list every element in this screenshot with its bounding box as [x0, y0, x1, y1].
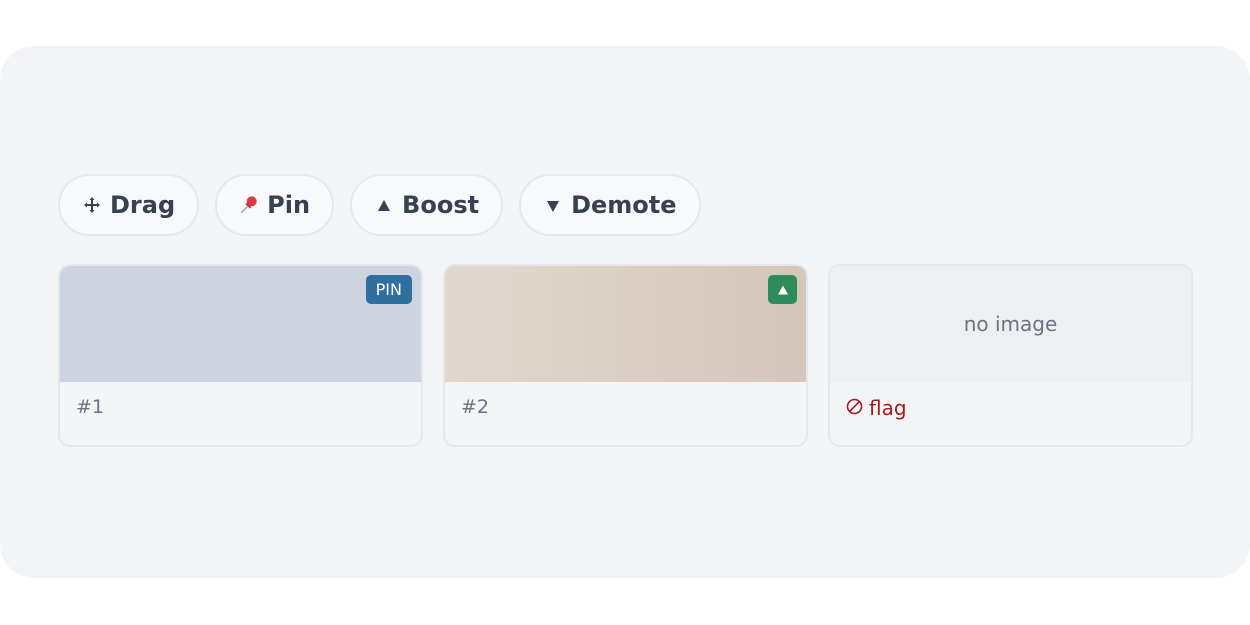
- triangle-up-icon: [777, 285, 788, 294]
- triangle-down-icon: [543, 195, 563, 215]
- demote-label: Demote: [571, 191, 677, 219]
- toolbar: Drag Pin Boost Demote: [58, 174, 701, 236]
- boost-button[interactable]: Boost: [350, 174, 504, 236]
- pushpin-icon: [239, 195, 259, 215]
- flag-label: flag: [869, 396, 907, 420]
- card-2[interactable]: #2: [443, 264, 808, 447]
- flag-action[interactable]: flag: [830, 382, 1191, 434]
- prohibited-icon: [846, 396, 863, 420]
- pin-button[interactable]: Pin: [215, 174, 335, 236]
- workspace-panel: Drag Pin Boost Demote PIN #1 #2 no image…: [0, 46, 1250, 578]
- drag-button[interactable]: Drag: [58, 174, 200, 236]
- move-arrows-icon: [82, 195, 102, 215]
- pin-badge: PIN: [365, 275, 412, 304]
- card-thumbnail: [445, 266, 806, 382]
- card-caption: #1: [76, 396, 105, 418]
- pin-label: Pin: [267, 191, 311, 219]
- drag-label: Drag: [110, 191, 176, 219]
- no-image-placeholder: no image: [830, 266, 1191, 382]
- boost-label: Boost: [402, 191, 480, 219]
- card-caption: #2: [461, 396, 490, 418]
- card-1[interactable]: PIN #1: [58, 264, 423, 447]
- card-thumbnail: PIN: [60, 266, 421, 382]
- boost-badge: [768, 275, 797, 304]
- demote-button[interactable]: Demote: [519, 174, 701, 236]
- triangle-up-icon: [374, 195, 394, 215]
- card-3[interactable]: no image flag: [828, 264, 1193, 447]
- card-grid: PIN #1 #2 no image flag: [58, 264, 1193, 447]
